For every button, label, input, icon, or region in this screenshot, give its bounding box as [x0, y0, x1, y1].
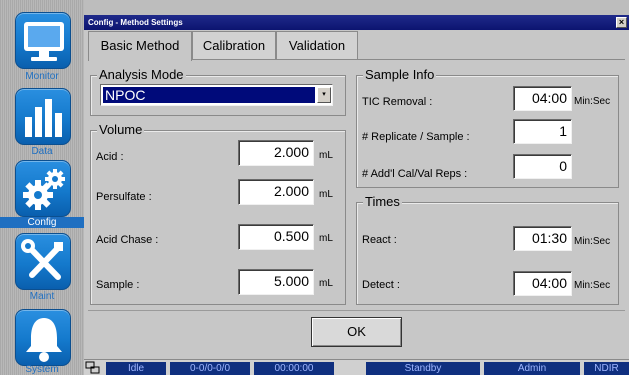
tab-calibration[interactable]: Calibration [192, 31, 276, 59]
nav-item-maint[interactable]: Maint [0, 230, 84, 304]
button-divider [88, 310, 625, 311]
replicate-input[interactable]: 1 [513, 119, 572, 144]
tab-validation[interactable]: Validation [276, 31, 358, 59]
detect-label: Detect : [362, 279, 400, 291]
replicate-label: # Replicate / Sample : [362, 131, 470, 143]
react-label: React : [362, 234, 397, 246]
analysis-mode-value: NPOC [103, 87, 315, 103]
status-mode: Standby [366, 362, 480, 375]
status-counter: 0-0/0-0/0 [170, 362, 250, 375]
tic-removal-label: TIC Removal : [362, 96, 433, 108]
window-title-text: Config - Method Settings [88, 18, 183, 27]
react-time-input[interactable]: 01:30 [513, 226, 572, 251]
side-nav: Monitor Data Config Maint System [0, 0, 84, 375]
nav-label: System [25, 364, 59, 375]
group-title: Volume [97, 122, 145, 138]
status-state: Idle [106, 362, 166, 375]
close-icon: × [618, 17, 625, 27]
nav-item-data[interactable]: Data [0, 84, 84, 158]
chevron-down-icon[interactable]: ▾ [317, 87, 331, 103]
window-title: Config - Method Settings × [84, 15, 629, 30]
unit-label: mL [319, 233, 333, 244]
detect-time-input[interactable]: 04:00 [513, 271, 572, 296]
nav-item-config[interactable]: Config [0, 158, 84, 230]
nav-label: Data [31, 146, 53, 157]
unit-label: Min:Sec [574, 280, 611, 291]
tab-label: Validation [288, 38, 346, 53]
persulfate-label: Persulfate : [96, 191, 152, 203]
analysis-mode-select[interactable]: NPOC ▾ [100, 84, 333, 106]
status-timer: 00:00:00 [254, 362, 334, 375]
nav-item-monitor[interactable]: Monitor [0, 8, 84, 84]
close-button[interactable]: × [616, 17, 627, 28]
tic-removal-input[interactable]: 04:00 [513, 86, 572, 111]
tab-basic-method[interactable]: Basic Method [88, 31, 192, 61]
group-title: Analysis Mode [97, 67, 186, 83]
ok-button[interactable]: OK [311, 317, 402, 347]
bell-icon [15, 309, 71, 366]
persulfate-volume-input[interactable]: 2.000 [238, 179, 314, 205]
unit-label: mL [319, 278, 333, 289]
addl-cal-val-input[interactable]: 0 [513, 154, 572, 179]
bar-chart-icon [15, 88, 71, 145]
nav-label: Config [0, 217, 84, 228]
acid-volume-input[interactable]: 2.000 [238, 140, 314, 166]
addl-cal-val-label: # Add'l Cal/Val Reps : [362, 168, 468, 180]
nav-label: Maint [29, 291, 55, 302]
status-detector: NDIR [584, 362, 629, 375]
nav-item-system[interactable]: System [0, 304, 84, 375]
group-title: Sample Info [363, 67, 437, 83]
status-bar: Idle 0-0/0-0/0 00:00:00 Standby Admin ND… [84, 359, 629, 375]
acid-chase-volume-input[interactable]: 0.500 [238, 224, 314, 250]
unit-label: Min:Sec [574, 236, 611, 247]
status-user: Admin [484, 362, 580, 375]
group-title: Times [363, 194, 402, 210]
tab-label: Basic Method [100, 38, 180, 53]
acid-chase-label: Acid Chase : [96, 234, 159, 246]
unit-label: mL [319, 150, 333, 161]
sample-volume-input[interactable]: 5.000 [238, 269, 314, 295]
sample-label: Sample : [96, 279, 140, 291]
unit-label: Min:Sec [574, 96, 611, 107]
network-icon [84, 360, 102, 375]
tools-icon [15, 233, 71, 290]
acid-label: Acid : [96, 151, 124, 163]
unit-label: mL [319, 189, 333, 200]
nav-label: Monitor [25, 71, 59, 82]
gears-icon [15, 160, 71, 217]
monitor-icon [15, 12, 71, 69]
tab-label: Calibration [202, 38, 266, 53]
